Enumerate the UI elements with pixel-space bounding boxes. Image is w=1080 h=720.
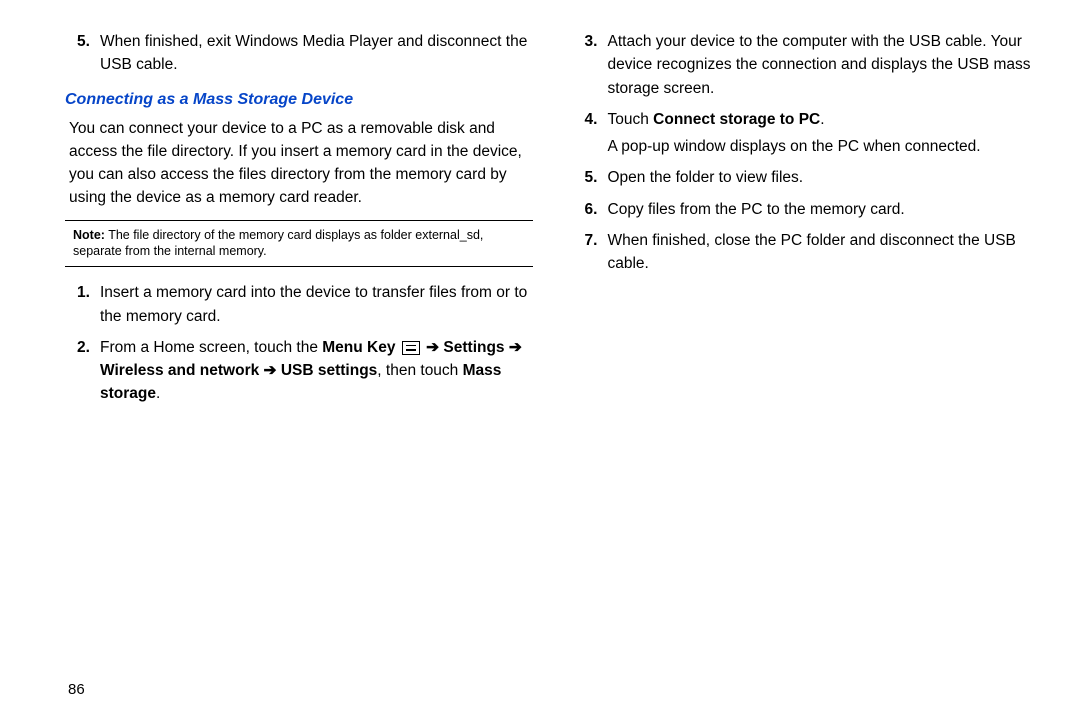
list-text: Open the folder to view files. <box>608 166 1041 189</box>
list-text: When finished, close the PC folder and d… <box>608 229 1041 276</box>
page-number: 86 <box>68 681 85 698</box>
step-3: 3. Attach your device to the computer wi… <box>573 30 1041 100</box>
list-number: 5. <box>573 166 608 189</box>
left-column: 5. When finished, exit Windows Media Pla… <box>65 30 533 414</box>
list-text: Copy files from the PC to the memory car… <box>608 198 1041 221</box>
list-number: 6. <box>573 198 608 221</box>
step-6: 6. Copy files from the PC to the memory … <box>573 198 1041 221</box>
arrow-icon: ➔ <box>505 339 522 356</box>
note-label: Note: <box>73 228 105 242</box>
manual-page: 5. When finished, exit Windows Media Pla… <box>0 0 1080 434</box>
list-number: 4. <box>573 108 608 159</box>
right-column: 3. Attach your device to the computer wi… <box>573 30 1041 414</box>
connect-storage-label: Connect storage to PC <box>653 111 820 128</box>
text-span: From a Home screen, touch the <box>100 339 322 356</box>
text-span: . <box>156 385 160 402</box>
list-text: Insert a memory card into the device to … <box>100 281 533 328</box>
list-text: From a Home screen, touch the Menu Key ➔… <box>100 336 533 406</box>
usb-settings-label: USB settings <box>281 362 377 379</box>
menu-key-label: Menu Key <box>322 339 395 356</box>
text-span: Touch <box>608 111 654 128</box>
arrow-icon: ➔ <box>422 339 444 356</box>
step-1: 1. Insert a memory card into the device … <box>65 281 533 328</box>
text-span: , then touch <box>377 362 462 379</box>
list-text: When finished, exit Windows Media Player… <box>100 30 533 77</box>
note-box: Note: The file directory of the memory c… <box>65 220 533 268</box>
step-7: 7. When finished, close the PC folder an… <box>573 229 1041 276</box>
wireless-label: Wireless and network <box>100 362 259 379</box>
list-number: 2. <box>65 336 100 406</box>
step-5-prev: 5. When finished, exit Windows Media Pla… <box>65 30 533 77</box>
note-text: The file directory of the memory card di… <box>73 228 483 259</box>
menu-key-icon <box>402 341 420 355</box>
arrow-icon: ➔ <box>259 362 281 379</box>
settings-label: Settings <box>443 339 504 356</box>
list-number: 3. <box>573 30 608 100</box>
step-5: 5. Open the folder to view files. <box>573 166 1041 189</box>
text-span: A pop-up window displays on the PC when … <box>608 138 981 155</box>
list-text: Touch Connect storage to PC. A pop-up wi… <box>608 108 1041 159</box>
list-number: 1. <box>65 281 100 328</box>
list-number: 7. <box>573 229 608 276</box>
section-heading: Connecting as a Mass Storage Device <box>65 91 533 109</box>
step-4: 4. Touch Connect storage to PC. A pop-up… <box>573 108 1041 159</box>
step-2: 2. From a Home screen, touch the Menu Ke… <box>65 336 533 406</box>
list-text: Attach your device to the computer with … <box>608 30 1041 100</box>
list-number: 5. <box>65 30 100 77</box>
intro-paragraph: You can connect your device to a PC as a… <box>65 117 533 210</box>
text-span: . <box>820 111 824 128</box>
